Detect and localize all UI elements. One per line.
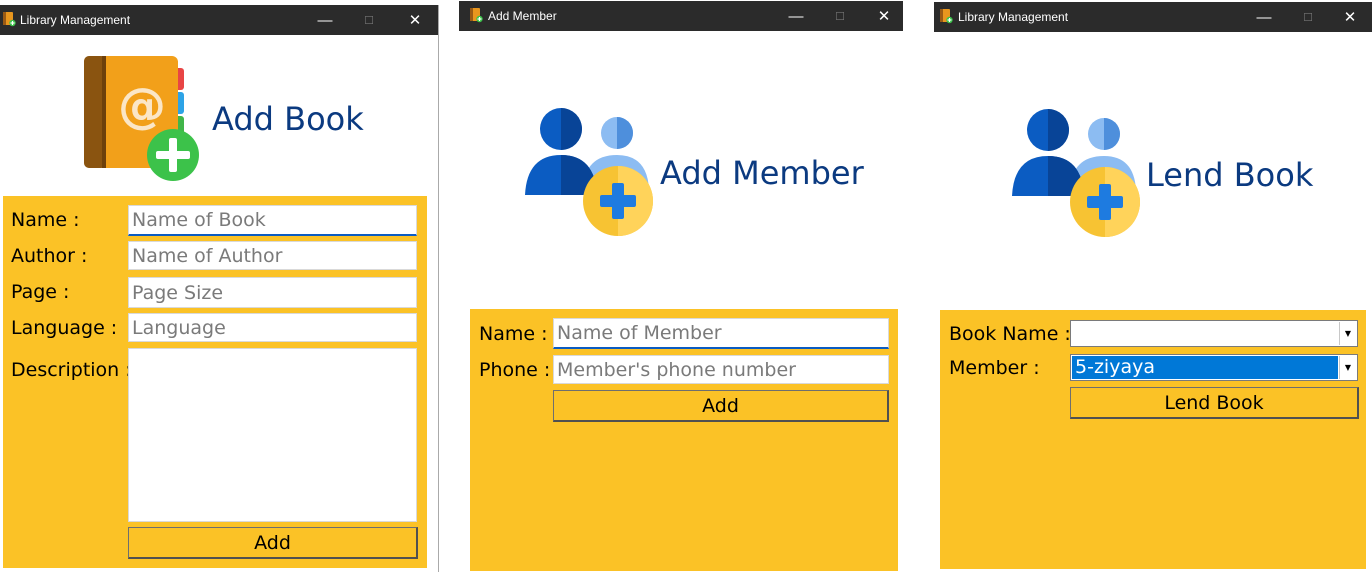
- close-button[interactable]: ✕: [393, 5, 437, 35]
- window-title: Add Member: [488, 9, 557, 23]
- maximize-button[interactable]: ☐: [1286, 2, 1330, 32]
- page-label: Page :: [11, 281, 70, 303]
- add-book-window: Library Management — ☐ ✕ @ Add Book Name…: [0, 5, 439, 572]
- language-label: Language :: [11, 317, 118, 339]
- name-label: Name :: [479, 323, 548, 345]
- member-label: Member :: [949, 357, 1040, 379]
- title-bar[interactable]: Add Member — ☐ ✕: [459, 1, 903, 31]
- form-panel: Name : Phone : Add: [470, 309, 898, 571]
- chevron-down-icon[interactable]: ▼: [1339, 322, 1356, 345]
- form-panel: Book Name : ▼ Member : 5-ziyaya ▼ Lend B…: [940, 310, 1366, 569]
- book-name-input[interactable]: [128, 205, 417, 236]
- title-bar[interactable]: Library Management — ☐ ✕: [0, 5, 439, 35]
- book-name-select-value: [1072, 322, 1338, 345]
- name-label: Name :: [11, 209, 80, 231]
- form-panel: Name : Author : Page : Language : Descri…: [3, 196, 427, 568]
- page-title: Add Member: [660, 154, 864, 192]
- language-input[interactable]: [128, 313, 417, 342]
- lend-book-button[interactable]: Lend Book: [1070, 387, 1359, 419]
- page-title: Add Book: [212, 100, 364, 138]
- address-book-add-icon: @: [84, 56, 199, 181]
- maximize-button[interactable]: ☐: [347, 5, 391, 35]
- page-input[interactable]: [128, 277, 417, 308]
- add-button[interactable]: Add: [128, 527, 418, 559]
- add-button[interactable]: Add: [553, 390, 889, 422]
- description-textarea[interactable]: [128, 348, 417, 522]
- users-add-icon: [1012, 109, 1140, 237]
- author-input[interactable]: [128, 241, 417, 270]
- window-divider: [438, 5, 439, 572]
- app-icon: [940, 9, 953, 24]
- phone-label: Phone :: [479, 359, 551, 381]
- author-label: Author :: [11, 245, 88, 267]
- member-select[interactable]: 5-ziyaya ▼: [1070, 354, 1358, 381]
- add-member-window: Add Member — ☐ ✕ Add Member Name : Phone…: [459, 1, 903, 572]
- svg-text:@: @: [118, 78, 166, 134]
- close-button[interactable]: ✕: [862, 1, 903, 31]
- app-icon: [470, 8, 483, 23]
- book-name-select[interactable]: ▼: [1070, 320, 1358, 347]
- minimize-button[interactable]: —: [774, 1, 818, 31]
- minimize-button[interactable]: —: [303, 5, 347, 35]
- minimize-button[interactable]: —: [1242, 2, 1286, 32]
- description-label: Description :: [11, 359, 132, 381]
- app-icon: [3, 12, 16, 27]
- member-select-value: 5-ziyaya: [1072, 356, 1338, 379]
- lend-book-window: Library Management — ☐ ✕ Lend Book Book …: [934, 2, 1372, 572]
- window-title: Library Management: [958, 10, 1069, 24]
- window-title: Library Management: [20, 13, 131, 27]
- users-add-icon: [525, 108, 653, 236]
- title-bar[interactable]: Library Management — ☐ ✕: [934, 2, 1372, 32]
- page-title: Lend Book: [1146, 156, 1314, 194]
- close-button[interactable]: ✕: [1328, 2, 1372, 32]
- book-name-label: Book Name :: [949, 323, 1071, 345]
- chevron-down-icon[interactable]: ▼: [1339, 356, 1356, 379]
- phone-input[interactable]: [553, 355, 889, 384]
- maximize-button[interactable]: ☐: [818, 1, 862, 31]
- member-name-input[interactable]: [553, 318, 889, 349]
